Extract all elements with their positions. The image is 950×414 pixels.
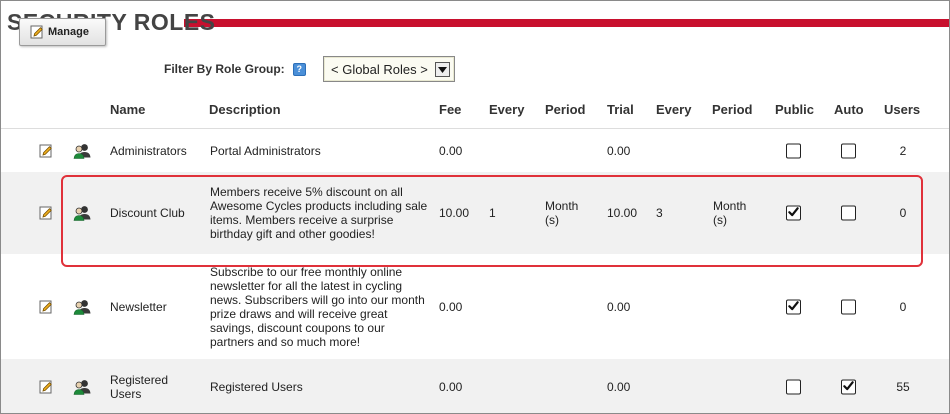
column-header-public: Public [775,102,815,117]
role-trial: 0.00 [607,380,631,394]
column-header-trial: Trial [607,102,634,117]
column-header-auto: Auto [834,102,864,117]
filter-label: Filter By Role Group: [164,62,285,76]
public-checkbox[interactable] [786,299,801,315]
role-trial-period: Month (s) [713,199,747,227]
table-row: Administrators Portal Administrators 0.00 0… [1,130,949,172]
role-description: Portal Administrators [210,144,321,158]
role-users-count: 2 [899,144,907,158]
role-description: Members receive 5% discount on all Aweso… [210,185,428,241]
column-header-fee: Fee [439,102,462,117]
security-roles-panel: SECURITY ROLES Manage Filter By Role Gro… [0,0,950,414]
column-header-every: Every [489,102,525,117]
role-fee: 0.00 [439,300,463,314]
table-row: Registered Users Registered Users 0.00 0.00… [1,359,949,413]
table-row: Discount Club Members receive 5% discount… [1,172,949,254]
role-users-count: 0 [899,300,907,314]
auto-checkbox[interactable] [841,205,856,221]
role-description: Subscribe to our free monthly online new… [210,265,425,349]
edit-role-icon[interactable] [39,380,53,394]
edit-role-icon[interactable] [39,206,53,220]
column-header-description: Description [209,102,281,117]
role-name: Newsletter [110,300,167,314]
column-header-name: Name [110,102,146,117]
auto-checkbox[interactable] [841,143,856,159]
column-header-period: Period [545,102,586,117]
role-name: Registered Users [110,373,169,401]
manage-button[interactable]: Manage [19,18,106,46]
manage-button-label: Manage [48,26,89,38]
role-users-count: 55 [896,380,910,394]
auto-checkbox[interactable] [841,379,856,395]
role-fee: 0.00 [439,144,463,158]
role-trial-every: 3 [656,206,663,220]
table-row: Newsletter Subscribe to our free monthly … [1,254,949,359]
role-group-icon [73,299,91,316]
column-header-trial-period: Period [712,102,753,117]
public-checkbox[interactable] [786,143,801,159]
role-group-icon [73,205,91,222]
header-rule [184,19,949,27]
help-icon[interactable]: ? [292,62,306,76]
role-fee: 10.00 [439,206,470,220]
role-name: Discount Club [110,206,185,220]
role-description: Registered Users [210,380,303,394]
role-group-selected: < Global Roles > [331,61,428,77]
role-group-select[interactable]: < Global Roles > [323,56,455,82]
role-name: Administrators [110,144,187,158]
auto-checkbox[interactable] [841,299,856,315]
role-fee: 0.00 [439,380,463,394]
edit-role-icon[interactable] [39,300,53,314]
role-trial: 0.00 [607,300,631,314]
role-trial: 0.00 [607,144,631,158]
role-group-icon [73,143,91,160]
role-group-icon [73,379,91,396]
role-period: Month (s) [545,199,579,227]
table-header: Name Description Fee Every Period Trial … [1,89,949,129]
public-checkbox[interactable] [786,205,801,221]
role-trial: 10.00 [607,206,638,220]
chevron-down-icon[interactable] [435,62,450,77]
pencil-icon [30,25,44,39]
role-group-filter: Filter By Role Group: ? [164,55,306,83]
edit-role-icon[interactable] [39,144,53,158]
column-header-trial-every: Every [656,102,692,117]
role-users-count: 0 [899,206,907,220]
column-header-users: Users [884,102,921,117]
role-every: 1 [489,206,496,220]
public-checkbox[interactable] [786,379,801,395]
